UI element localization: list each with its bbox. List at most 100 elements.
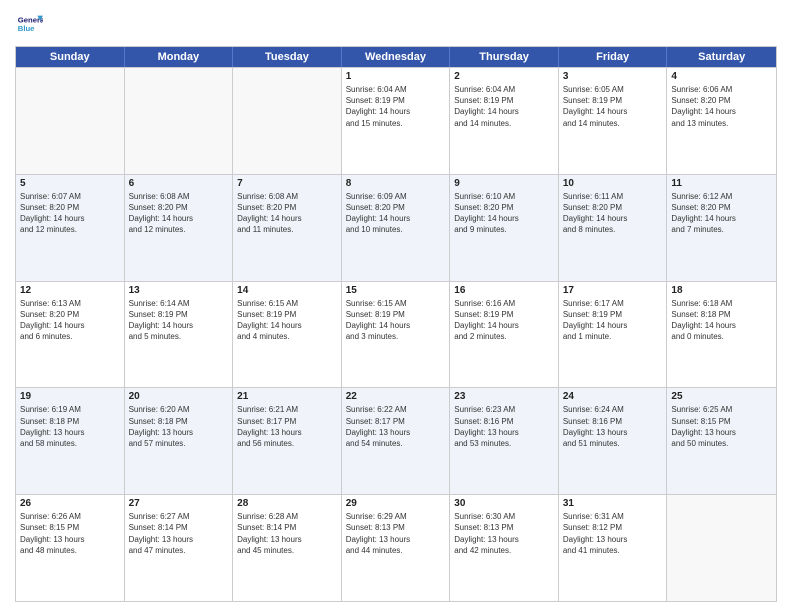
day-cell: 3 Sunrise: 6:05 AM Sunset: 8:19 PM Daylig…	[559, 68, 668, 174]
day-info: Sunrise: 6:21 AM Sunset: 8:17 PM Dayligh…	[237, 404, 337, 449]
day-info: Sunrise: 6:31 AM Sunset: 8:12 PM Dayligh…	[563, 511, 663, 556]
header-day-sunday: Sunday	[16, 47, 125, 67]
day-info: Sunrise: 6:08 AM Sunset: 8:20 PM Dayligh…	[237, 191, 337, 236]
week-row-4: 19 Sunrise: 6:19 AM Sunset: 8:18 PM Dayli…	[16, 387, 776, 494]
day-info: Sunrise: 6:12 AM Sunset: 8:20 PM Dayligh…	[671, 191, 772, 236]
header-day-saturday: Saturday	[667, 47, 776, 67]
day-info: Sunrise: 6:20 AM Sunset: 8:18 PM Dayligh…	[129, 404, 229, 449]
calendar: SundayMondayTuesdayWednesdayThursdayFrid…	[15, 46, 777, 602]
header: General Blue	[15, 10, 777, 38]
week-row-1: 1 Sunrise: 6:04 AM Sunset: 8:19 PM Daylig…	[16, 67, 776, 174]
day-cell: 17 Sunrise: 6:17 AM Sunset: 8:19 PM Dayli…	[559, 282, 668, 388]
header-day-wednesday: Wednesday	[342, 47, 451, 67]
day-number: 2	[454, 71, 554, 82]
day-info: Sunrise: 6:06 AM Sunset: 8:20 PM Dayligh…	[671, 84, 772, 129]
calendar-header: SundayMondayTuesdayWednesdayThursdayFrid…	[16, 47, 776, 67]
day-info: Sunrise: 6:28 AM Sunset: 8:14 PM Dayligh…	[237, 511, 337, 556]
day-number: 29	[346, 498, 446, 509]
day-info: Sunrise: 6:17 AM Sunset: 8:19 PM Dayligh…	[563, 298, 663, 343]
logo: General Blue	[15, 10, 45, 38]
day-info: Sunrise: 6:15 AM Sunset: 8:19 PM Dayligh…	[237, 298, 337, 343]
week-row-5: 26 Sunrise: 6:26 AM Sunset: 8:15 PM Dayli…	[16, 494, 776, 601]
svg-text:Blue: Blue	[18, 24, 35, 33]
day-number: 7	[237, 178, 337, 189]
day-info: Sunrise: 6:26 AM Sunset: 8:15 PM Dayligh…	[20, 511, 120, 556]
day-number: 14	[237, 285, 337, 296]
day-info: Sunrise: 6:04 AM Sunset: 8:19 PM Dayligh…	[454, 84, 554, 129]
day-info: Sunrise: 6:30 AM Sunset: 8:13 PM Dayligh…	[454, 511, 554, 556]
day-info: Sunrise: 6:07 AM Sunset: 8:20 PM Dayligh…	[20, 191, 120, 236]
day-cell: 24 Sunrise: 6:24 AM Sunset: 8:16 PM Dayli…	[559, 388, 668, 494]
day-cell: 26 Sunrise: 6:26 AM Sunset: 8:15 PM Dayli…	[16, 495, 125, 601]
day-info: Sunrise: 6:24 AM Sunset: 8:16 PM Dayligh…	[563, 404, 663, 449]
day-number: 18	[671, 285, 772, 296]
day-number: 11	[671, 178, 772, 189]
day-cell: 15 Sunrise: 6:15 AM Sunset: 8:19 PM Dayli…	[342, 282, 451, 388]
day-info: Sunrise: 6:05 AM Sunset: 8:19 PM Dayligh…	[563, 84, 663, 129]
day-cell: 29 Sunrise: 6:29 AM Sunset: 8:13 PM Dayli…	[342, 495, 451, 601]
day-info: Sunrise: 6:10 AM Sunset: 8:20 PM Dayligh…	[454, 191, 554, 236]
day-info: Sunrise: 6:13 AM Sunset: 8:20 PM Dayligh…	[20, 298, 120, 343]
day-number: 15	[346, 285, 446, 296]
day-cell: 12Sunrise: 6:13 AM Sunset: 8:20 PM Dayli…	[16, 282, 125, 388]
day-number: 17	[563, 285, 663, 296]
day-cell: 25 Sunrise: 6:25 AM Sunset: 8:15 PM Dayli…	[667, 388, 776, 494]
day-number: 21	[237, 391, 337, 402]
day-number: 9	[454, 178, 554, 189]
day-number: 5	[20, 178, 120, 189]
day-cell: 27Sunrise: 6:27 AM Sunset: 8:14 PM Dayli…	[125, 495, 234, 601]
day-number: 19	[20, 391, 120, 402]
day-info: Sunrise: 6:04 AM Sunset: 8:19 PM Dayligh…	[346, 84, 446, 129]
day-info: Sunrise: 6:14 AM Sunset: 8:19 PM Dayligh…	[129, 298, 229, 343]
day-cell: 16 Sunrise: 6:16 AM Sunset: 8:19 PM Dayli…	[450, 282, 559, 388]
day-info: Sunrise: 6:09 AM Sunset: 8:20 PM Dayligh…	[346, 191, 446, 236]
day-cell: 8 Sunrise: 6:09 AM Sunset: 8:20 PM Daylig…	[342, 175, 451, 281]
day-info: Sunrise: 6:27 AM Sunset: 8:14 PM Dayligh…	[129, 511, 229, 556]
day-info: Sunrise: 6:16 AM Sunset: 8:19 PM Dayligh…	[454, 298, 554, 343]
day-cell: 31 Sunrise: 6:31 AM Sunset: 8:12 PM Dayli…	[559, 495, 668, 601]
day-cell: 7 Sunrise: 6:08 AM Sunset: 8:20 PM Daylig…	[233, 175, 342, 281]
day-number: 26	[20, 498, 120, 509]
day-cell: 2 Sunrise: 6:04 AM Sunset: 8:19 PM Daylig…	[450, 68, 559, 174]
day-cell	[125, 68, 234, 174]
day-info: Sunrise: 6:23 AM Sunset: 8:16 PM Dayligh…	[454, 404, 554, 449]
day-info: Sunrise: 6:22 AM Sunset: 8:17 PM Dayligh…	[346, 404, 446, 449]
logo-icon: General Blue	[15, 10, 43, 38]
day-number: 1	[346, 71, 446, 82]
day-number: 3	[563, 71, 663, 82]
day-info: Sunrise: 6:29 AM Sunset: 8:13 PM Dayligh…	[346, 511, 446, 556]
day-number: 20	[129, 391, 229, 402]
calendar-body: 1 Sunrise: 6:04 AM Sunset: 8:19 PM Daylig…	[16, 67, 776, 601]
day-info: Sunrise: 6:25 AM Sunset: 8:15 PM Dayligh…	[671, 404, 772, 449]
day-info: Sunrise: 6:08 AM Sunset: 8:20 PM Dayligh…	[129, 191, 229, 236]
day-info: Sunrise: 6:19 AM Sunset: 8:18 PM Dayligh…	[20, 404, 120, 449]
header-day-tuesday: Tuesday	[233, 47, 342, 67]
day-cell: 14 Sunrise: 6:15 AM Sunset: 8:19 PM Dayli…	[233, 282, 342, 388]
day-cell: 21 Sunrise: 6:21 AM Sunset: 8:17 PM Dayli…	[233, 388, 342, 494]
header-day-friday: Friday	[559, 47, 668, 67]
day-number: 16	[454, 285, 554, 296]
day-number: 24	[563, 391, 663, 402]
week-row-2: 5 Sunrise: 6:07 AM Sunset: 8:20 PM Daylig…	[16, 174, 776, 281]
day-number: 22	[346, 391, 446, 402]
day-number: 10	[563, 178, 663, 189]
day-number: 23	[454, 391, 554, 402]
day-number: 31	[563, 498, 663, 509]
day-number: 8	[346, 178, 446, 189]
day-cell	[16, 68, 125, 174]
day-number: 25	[671, 391, 772, 402]
day-cell: 4Sunrise: 6:06 AM Sunset: 8:20 PM Daylig…	[667, 68, 776, 174]
day-info: Sunrise: 6:18 AM Sunset: 8:18 PM Dayligh…	[671, 298, 772, 343]
day-cell: 6 Sunrise: 6:08 AM Sunset: 8:20 PM Daylig…	[125, 175, 234, 281]
week-row-3: 12Sunrise: 6:13 AM Sunset: 8:20 PM Dayli…	[16, 281, 776, 388]
day-number: 28	[237, 498, 337, 509]
header-day-thursday: Thursday	[450, 47, 559, 67]
day-info: Sunrise: 6:15 AM Sunset: 8:19 PM Dayligh…	[346, 298, 446, 343]
day-number: 6	[129, 178, 229, 189]
day-cell: 1 Sunrise: 6:04 AM Sunset: 8:19 PM Daylig…	[342, 68, 451, 174]
day-cell	[667, 495, 776, 601]
day-cell: 20 Sunrise: 6:20 AM Sunset: 8:18 PM Dayli…	[125, 388, 234, 494]
day-cell	[233, 68, 342, 174]
day-number: 13	[129, 285, 229, 296]
day-cell: 19 Sunrise: 6:19 AM Sunset: 8:18 PM Dayli…	[16, 388, 125, 494]
